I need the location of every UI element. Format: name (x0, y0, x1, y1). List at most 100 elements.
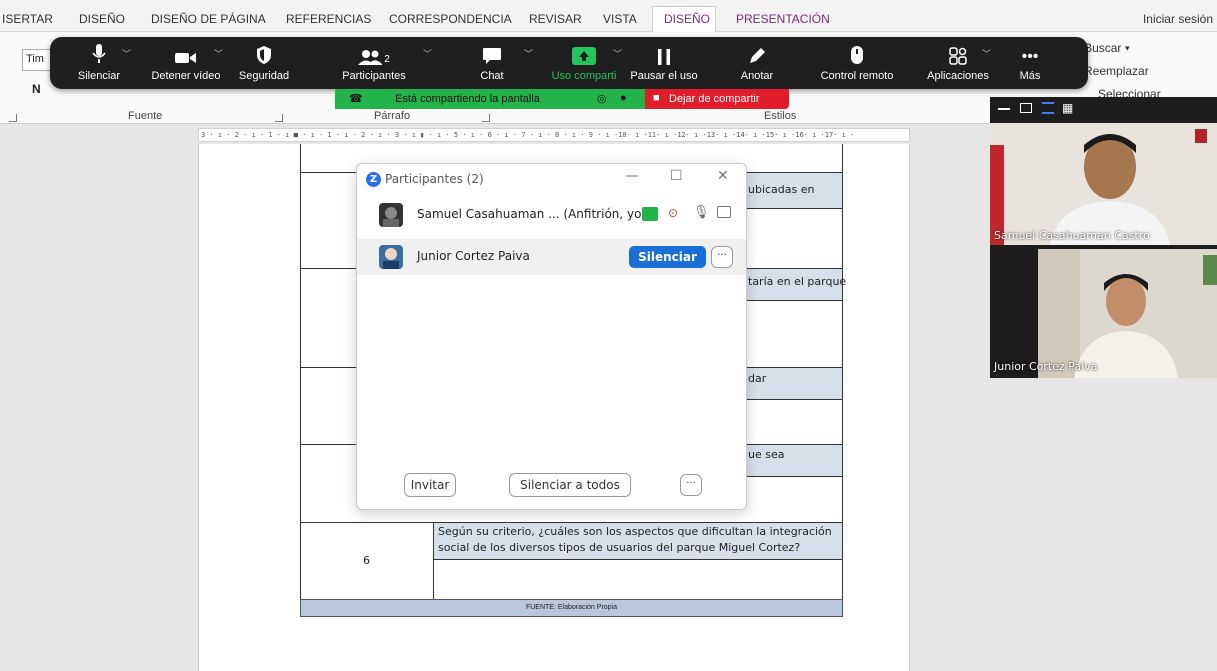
video-panel: ▦ Samuel Casahuaman Castro Junior Cortez… (990, 97, 1217, 378)
table-footer-source: FUENTE: Elaboración Propia (300, 599, 843, 617)
participant-name: Samuel Casahuaman ... (Anfitrión, yo) (417, 207, 647, 221)
security-button[interactable]: Seguridad (228, 37, 300, 89)
single-view-icon[interactable] (1020, 103, 1032, 113)
apps-button[interactable]: Aplicaciones ﹀ (920, 37, 996, 89)
participants-icon: 2 (335, 37, 413, 65)
participant-video (1050, 134, 1170, 245)
mute-participant-button[interactable]: Silenciar (629, 246, 706, 268)
grid-view-icon[interactable]: ▦ (1062, 101, 1073, 115)
video-off-icon[interactable] (717, 206, 731, 218)
tab-diseno-tabla[interactable]: DISEÑO (664, 12, 710, 26)
chevron-down-icon[interactable]: ﹀ (423, 47, 432, 60)
pause-icon (623, 37, 705, 65)
annotate-button[interactable]: Anotar (732, 37, 782, 89)
table-row-line (744, 399, 843, 400)
dialog-launcher-icon[interactable] (482, 114, 490, 122)
table-cell-text: dar (748, 372, 767, 385)
share-screen-icon (545, 37, 623, 65)
participants-button[interactable]: 2 Participantes ﹀ (335, 37, 432, 89)
microphone-icon (68, 37, 130, 65)
share-screen-button[interactable]: Uso comparti ﹀ (545, 37, 623, 89)
video-tile-host[interactable]: Samuel Casahuaman Castro (990, 123, 1217, 245)
shield-icon (228, 37, 300, 65)
more-button[interactable]: ••• Más (1010, 37, 1050, 89)
phone-icon: ☎ (349, 93, 363, 105)
video-name-label: Samuel Casahuaman Castro (994, 229, 1150, 242)
tab-diseno-pagina[interactable]: DISEÑO DE PÁGINA (151, 12, 266, 26)
pause-share-button[interactable]: Pausar el uso (623, 37, 705, 89)
participant-row-host[interactable]: Samuel Casahuaman ... (Anfitrión, yo) ⊙ … (357, 197, 746, 233)
table-border-left (300, 144, 301, 617)
record-icon: ⊙ (668, 206, 679, 220)
row-number: 6 (363, 554, 370, 567)
shield-check-icon: ● (620, 92, 627, 104)
background-logo-icon (1195, 129, 1207, 143)
table-row-line (744, 476, 843, 477)
minimize-icon[interactable] (998, 108, 1010, 110)
video-name-label: Junior Cortez Paiva (994, 360, 1098, 373)
stop-sharing-button[interactable]: ■ Dejar de compartir (645, 89, 789, 109)
record-icon: ◎ (597, 93, 607, 105)
sharing-icon (642, 207, 658, 221)
tab-insertar[interactable]: ISERTAR (2, 12, 53, 26)
chevron-down-icon[interactable]: ﹀ (122, 47, 131, 60)
panel-title: Participantes (2) (385, 172, 484, 186)
participants-panel: Z Participantes (2) — ☐ ✕ Samuel Casahua… (356, 163, 747, 510)
zoom-meeting-toolbar: Silenciar ﹀ Detener vídeo ﹀ Seguridad 2 … (50, 37, 1088, 89)
table-row-line (744, 208, 843, 209)
participant-name: Junior Cortez Paiva (417, 249, 530, 263)
ribbon-tabs: ISERTAR DISEÑO DISEÑO DE PÁGINA REFERENC… (0, 0, 1217, 32)
bold-button[interactable]: N (32, 82, 41, 96)
participant-more-button[interactable]: ··· (711, 246, 733, 268)
question-6-text: Según su criterio, ¿cuáles son los aspec… (438, 525, 832, 554)
table-row-line (300, 522, 843, 523)
invite-button[interactable]: Invitar (404, 473, 456, 497)
chat-bubble-icon (462, 37, 522, 65)
background-sign (1203, 255, 1217, 285)
close-icon[interactable]: ✕ (717, 168, 729, 184)
video-tile-participant[interactable] (1038, 249, 1217, 378)
panel-more-button[interactable]: ··· (680, 474, 702, 496)
stop-icon: ■ (653, 92, 660, 104)
table-border-right (842, 144, 843, 617)
table-row-line (434, 559, 843, 560)
microphone-icon[interactable]: 🎙 (693, 205, 710, 220)
tab-revisar[interactable]: REVISAR (529, 12, 582, 26)
dialog-launcher-icon[interactable] (9, 114, 17, 122)
table-row-line (744, 300, 843, 301)
sharing-banner: ☎ Está compartiendo la pantalla ◎ ● (335, 89, 645, 109)
dialog-launcher-icon[interactable] (275, 114, 283, 122)
mute-all-button[interactable]: Silenciar a todos (509, 473, 631, 497)
tab-diseno[interactable]: DISEÑO (79, 12, 125, 26)
pen-icon (732, 37, 782, 65)
group-estilos-label: Estilos (764, 110, 797, 122)
mute-button[interactable]: Silenciar ﹀ (68, 37, 131, 89)
ellipsis-icon: ••• (1021, 48, 1039, 65)
mouse-icon (812, 37, 902, 65)
tab-vista[interactable]: VISTA (603, 12, 637, 26)
tab-correspondencia[interactable]: CORRESPONDENCIA (389, 12, 512, 26)
group-parrafo-label: Párrafo (374, 110, 411, 122)
login-link[interactable]: Iniciar sesión (1143, 12, 1213, 26)
participant-row[interactable]: Junior Cortez Paiva Silenciar ··· (357, 239, 746, 275)
chevron-down-icon[interactable]: ﹀ (613, 47, 622, 60)
table-cell-text: taría en el parque (748, 275, 847, 288)
chevron-down-icon[interactable]: ﹀ (524, 47, 533, 60)
avatar (379, 245, 403, 269)
chevron-down-icon[interactable]: ﹀ (982, 47, 991, 60)
zoom-logo-icon: Z (366, 172, 381, 187)
maximize-icon[interactable]: ☐ (670, 168, 683, 184)
stacked-view-icon[interactable] (1042, 102, 1054, 114)
tab-presentacion[interactable]: PRESENTACIÓN (736, 12, 830, 26)
stop-video-button[interactable]: Detener vídeo ﹀ (146, 37, 226, 89)
table-cell-text: ue sea (748, 448, 785, 461)
tab-referencias[interactable]: REFERENCIAS (286, 12, 371, 26)
horizontal-ruler[interactable]: 3 · ı · 2 · ı · 1 · ı ■ · ı · 1 · ı · 2 … (198, 128, 910, 142)
video-panel-header: ▦ (990, 97, 1217, 123)
chat-button[interactable]: Chat ﹀ (462, 37, 533, 89)
chevron-down-icon[interactable]: ﹀ (214, 47, 223, 60)
remote-control-button[interactable]: Control remoto (812, 37, 902, 89)
group-fuente-label: Fuente (128, 110, 163, 122)
minimize-icon[interactable]: — (625, 168, 639, 184)
avatar (379, 203, 403, 227)
